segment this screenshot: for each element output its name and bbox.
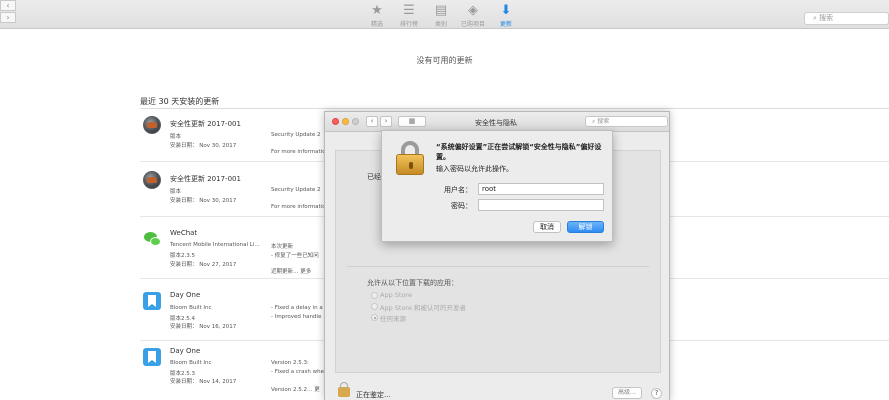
search-placeholder: 搜索 [819,14,834,22]
security-update-icon [143,171,161,189]
status-text: 正在鉴定… [356,391,391,399]
radio-app-store[interactable]: App Store [371,291,412,299]
release-notes: Security Update 2 [271,132,321,138]
radio-button-selected[interactable] [371,314,378,321]
wechat-icon [143,230,161,248]
password-field[interactable] [478,199,604,211]
release-notes-line: - Fixed a crash whe [271,369,324,375]
developer-name: Bloom Built Inc [170,305,212,311]
more-link[interactable]: 近期更新… 更多 [271,267,311,275]
app-name[interactable]: Day One [170,291,200,299]
app-name[interactable]: WeChat [170,229,197,237]
radio-app-store-identified[interactable]: App Store 和被认可的开发者 [371,302,467,312]
search-icon: ⌕ [592,118,596,125]
help-button[interactable]: ? [651,388,662,399]
minimize-window-button[interactable] [342,118,349,125]
forward-button[interactable]: › [0,12,16,23]
dayone-icon [143,292,161,310]
release-notes-line: - Improved handle [271,314,322,320]
more-link[interactable]: Version 2.5.2… 更 [271,385,320,393]
padlock-icon [396,141,424,175]
app-version: 版本2.5.3 [170,371,195,377]
auth-message: “系统偏好设置”正在尝试解锁“安全性与隐私”偏好设置。 [436,143,602,161]
radio-label: App Store [380,291,412,299]
radio-label: 任何来源 [380,315,406,323]
appstore-toolbar: ‹ › ★ 精选 ☰ 排行榜 ▤ 类别 ◈ 已购项目 ⬇ 更新 ⌕ 搜索 [0,0,889,29]
app-version: 版本2.3.5 [170,253,195,259]
app-version: 版本 [170,189,182,195]
window-titlebar: ‹ › ▦ 安全性与隐私 ⌕ 搜索 [325,112,669,132]
lock-icon[interactable] [338,382,350,397]
cancel-button[interactable]: 取消 [533,221,561,233]
app-name[interactable]: Day One [170,347,200,355]
forward-button[interactable]: › [380,116,392,127]
section-divider [140,108,889,109]
app-name[interactable]: 安全性更新 2017-001 [170,174,241,184]
username-field[interactable] [478,183,604,195]
release-notes-more: For more informatio [271,204,326,210]
install-date: 安装日期： Nov 16, 2017 [170,324,237,330]
appstore-search-input[interactable]: ⌕ 搜索 [804,12,889,25]
allow-apps-title: 允许从以下位置下载的应用： [367,279,458,287]
advanced-button[interactable]: 高级… [612,387,642,399]
radio-button[interactable] [371,292,378,299]
panel-divider [347,266,649,267]
search-icon: ⌕ [813,14,817,22]
zoom-window-button[interactable] [352,118,359,125]
auth-dialog: “系统偏好设置”正在尝试解锁“安全性与隐私”偏好设置。 输入密码以允许此操作。 … [381,130,613,242]
install-date: 安装日期： Nov 14, 2017 [170,379,237,385]
close-window-button[interactable] [332,118,339,125]
no-updates-message: 没有可用的更新 [416,56,473,65]
release-notes: Version 2.5.3: [271,360,309,366]
app-version: 版本2.5.4 [170,316,195,322]
release-notes: 本次更新 [271,244,294,250]
release-notes: - Fixed a delay in a [271,305,323,311]
app-version: 版本 [170,134,182,140]
prefs-search-input[interactable]: ⌕ 搜索 [585,116,668,127]
developer-name: Bloom Built Inc [170,360,212,366]
release-notes-more: For more informatio [271,149,326,155]
tab-updates-label: 更新 [499,21,512,28]
show-all-button[interactable]: ▦ [398,116,426,127]
back-button[interactable]: ‹ [366,116,378,127]
radio-button[interactable] [371,303,378,310]
tab-updates[interactable]: ⬇ 更新 [486,3,526,29]
install-date: 安装日期： Nov 30, 2017 [170,198,237,204]
install-date: 安装日期： Nov 27, 2017 [170,262,237,268]
developer-name: Tencent Mobile International Li... [170,242,260,248]
recent-updates-title: 最近 30 天安装的更新 [140,97,220,106]
password-label: 密码： [451,202,472,210]
release-notes: Security Update 2 [271,187,321,193]
unlock-button[interactable]: 解锁 [567,221,604,233]
username-label: 用户名： [444,186,472,194]
radio-anywhere[interactable]: 任何来源 [371,313,406,323]
security-update-icon [143,116,161,134]
app-name[interactable]: 安全性更新 2017-001 [170,119,241,129]
partial-label: 已经 [367,173,381,181]
search-placeholder: 搜索 [597,118,610,125]
release-notes-line: - 修复了一些已知问 [271,253,319,259]
install-date: 安装日期： Nov 30, 2017 [170,143,237,149]
dayone-icon [143,348,161,366]
grid-icon: ▦ [408,117,416,125]
window-title: 安全性与隐私 [475,119,517,127]
auth-sub-message: 输入密码以允许此操作。 [436,165,513,173]
radio-label: App Store 和被认可的开发者 [380,304,467,312]
download-icon: ⬇ [500,3,512,18]
back-button[interactable]: ‹ [0,0,16,11]
